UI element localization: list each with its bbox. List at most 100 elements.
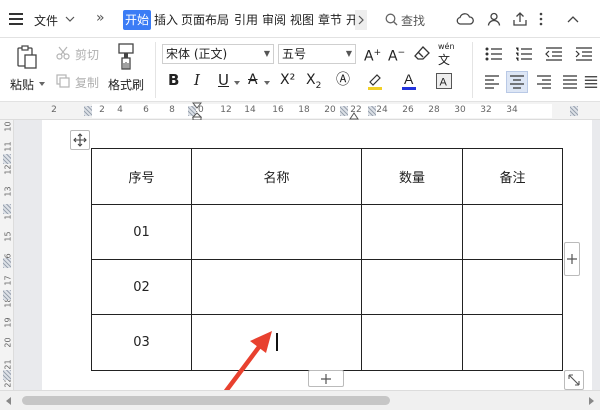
cloud-sync-icon[interactable] — [456, 11, 474, 27]
more-tabs-button[interactable]: » — [96, 10, 105, 26]
ruler-label: 24 — [376, 105, 388, 115]
increase-indent-icon[interactable] — [574, 46, 594, 62]
grow-font-icon[interactable]: A+ — [364, 44, 381, 66]
align-center-icon[interactable] — [506, 71, 528, 93]
file-menu[interactable]: 文件 — [34, 12, 58, 29]
svg-text:A: A — [404, 71, 414, 87]
character-shading-icon[interactable]: A — [436, 73, 452, 89]
vertical-ruler[interactable]: 10111213141516171819202122 — [0, 120, 14, 390]
tab-home[interactable]: 开始 — [123, 10, 152, 30]
indent-marker-icon[interactable] — [192, 102, 202, 120]
share-icon[interactable] — [512, 11, 528, 27]
superscript-button[interactable]: X² — [280, 71, 295, 89]
resize-table-icon[interactable] — [564, 370, 584, 390]
tab-section[interactable]: 章节 — [318, 10, 342, 30]
table-cell[interactable] — [361, 259, 463, 315]
header-cell-quantity[interactable]: 数量 — [361, 148, 463, 205]
header-cell-notes[interactable]: 备注 — [462, 148, 563, 205]
tab-review[interactable]: 审阅 — [262, 10, 286, 30]
scissors-icon[interactable] — [56, 46, 70, 60]
font-color-icon[interactable]: A — [400, 71, 418, 91]
bullet-list-icon[interactable] — [484, 46, 504, 62]
phonetic-guide-icon[interactable]: wén 文 — [438, 43, 455, 69]
text-effect-icon[interactable]: Ⓐ — [336, 71, 350, 89]
horizontal-scrollbar[interactable] — [0, 390, 600, 410]
table-cell-index[interactable]: 01 — [91, 204, 192, 260]
user-icon[interactable] — [486, 11, 502, 27]
eraser-icon[interactable] — [414, 45, 430, 61]
vertical-ruler-label: 19 — [3, 317, 13, 328]
vertical-ruler-marker — [3, 258, 11, 268]
paste-icon[interactable] — [14, 43, 40, 71]
align-right-icon[interactable] — [534, 73, 554, 91]
underline-button[interactable]: U — [218, 71, 229, 89]
scroll-left-icon[interactable] — [4, 396, 14, 406]
paintbrush-icon[interactable] — [115, 42, 137, 72]
header-cell-name[interactable]: 名称 — [191, 148, 362, 205]
ruler-label: 2 — [51, 105, 57, 115]
move-table-icon[interactable] — [70, 130, 90, 150]
table-cell[interactable] — [462, 259, 563, 315]
strikethrough-dropdown-icon[interactable] — [263, 80, 270, 86]
highlight-icon[interactable] — [366, 72, 384, 90]
italic-button[interactable]: I — [194, 71, 200, 89]
shrink-font-icon[interactable]: A− — [388, 44, 405, 66]
tab-insert[interactable]: 插入 — [154, 10, 178, 30]
collapse-ribbon-icon[interactable] — [566, 12, 580, 26]
data-table[interactable]: 序号 名称 数量 备注 01 02 03 — [91, 148, 563, 371]
tab-references[interactable]: 引用 — [234, 10, 258, 30]
strikethrough-button[interactable]: A — [248, 71, 258, 89]
svg-text:A: A — [440, 77, 448, 89]
document-page[interactable]: 序号 名称 数量 备注 01 02 03 — [42, 120, 592, 394]
search-label[interactable]: 查找 — [401, 12, 425, 29]
add-row-icon[interactable] — [308, 370, 344, 387]
table-cell[interactable] — [361, 204, 463, 260]
horizontal-ruler[interactable]: 2 2 4 6 8 10 12 14 16 18 20 22 24 26 28 30 32 34 — [0, 102, 600, 120]
underline-dropdown-icon[interactable] — [233, 80, 240, 86]
align-left-icon[interactable] — [482, 73, 502, 91]
copy-icon[interactable] — [56, 74, 70, 88]
ribbon-divider — [155, 42, 156, 98]
table-cell[interactable] — [191, 204, 362, 260]
add-column-icon[interactable] — [564, 242, 580, 276]
vertical-ruler-label: 15 — [3, 231, 13, 242]
search-icon[interactable] — [384, 12, 398, 26]
table-cell-active[interactable] — [191, 314, 362, 371]
table-cell[interactable] — [191, 259, 362, 315]
paste-button[interactable]: 粘贴 — [10, 76, 34, 93]
ruler-label: 32 — [480, 105, 492, 115]
decrease-indent-icon[interactable] — [544, 46, 564, 62]
format-painter-button[interactable]: 格式刷 — [108, 76, 144, 93]
numbered-list-icon[interactable] — [514, 46, 534, 62]
vertical-ruler-label: 11 — [3, 141, 13, 152]
justify-icon[interactable] — [560, 73, 580, 91]
tab-view[interactable]: 视图 — [290, 10, 314, 30]
cursor-arrow-icon — [223, 331, 272, 394]
header-cell-index[interactable]: 序号 — [91, 148, 192, 205]
distributed-align-icon[interactable] — [584, 73, 598, 91]
menu-icon[interactable] — [8, 12, 24, 26]
right-indent-marker-icon[interactable] — [349, 112, 359, 120]
paste-dropdown-icon[interactable] — [38, 80, 46, 88]
font-size-select[interactable]: 五号 ▼ — [278, 44, 356, 64]
bold-button[interactable]: B — [168, 71, 179, 89]
table-cell-index[interactable]: 02 — [91, 259, 192, 315]
copy-button[interactable]: 复制 — [75, 74, 99, 91]
table-cell[interactable] — [462, 314, 563, 371]
table-cell[interactable] — [361, 314, 463, 371]
vertical-ruler-label: 12 — [3, 164, 13, 175]
tab-page-layout[interactable]: 页面布局 — [181, 10, 229, 30]
ruler-label: 16 — [272, 105, 284, 115]
cut-button[interactable]: 剪切 — [75, 46, 99, 63]
scrollbar-thumb[interactable] — [22, 396, 390, 405]
scroll-right-icon[interactable] — [586, 396, 596, 406]
table-cell[interactable] — [462, 204, 563, 260]
scroll-tabs-right-icon[interactable] — [355, 10, 367, 30]
more-icon[interactable] — [536, 11, 546, 27]
chevron-down-icon: ▼ — [345, 49, 352, 58]
table-cell-index[interactable]: 03 — [91, 314, 192, 371]
subscript-button[interactable]: X2 — [306, 71, 321, 95]
ruler-label: 2 — [99, 105, 105, 115]
chevron-down-icon[interactable] — [64, 14, 76, 24]
font-name-select[interactable]: 宋体 (正文) ▼ — [162, 44, 274, 64]
